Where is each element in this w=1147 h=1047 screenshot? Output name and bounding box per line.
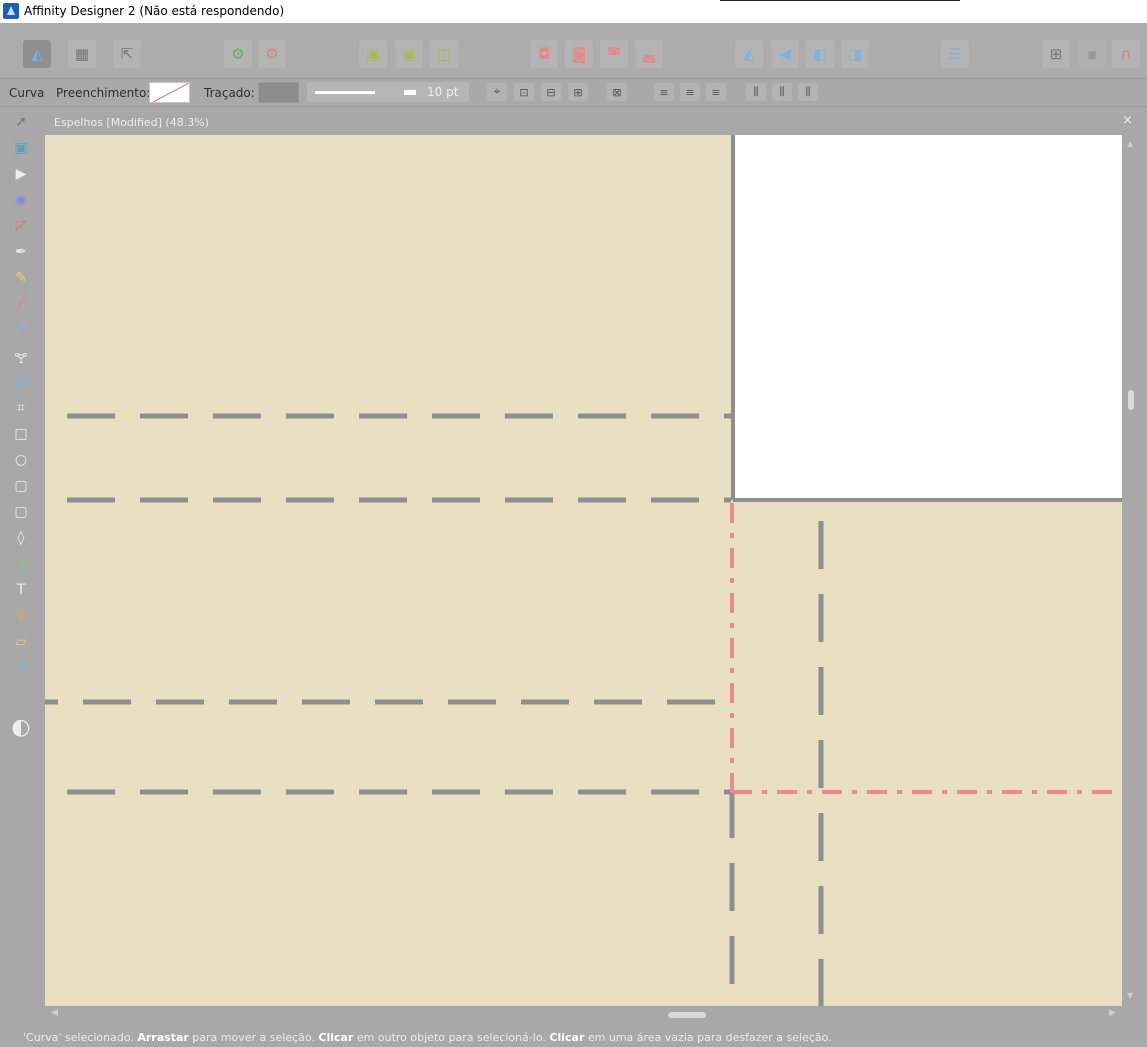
align-icon[interactable]: ☰ (941, 40, 969, 68)
window-title: Affinity Designer 2 (Não está respondend… (24, 4, 285, 18)
boolean-intersect-icon[interactable]: ◚ (600, 40, 628, 68)
scroll-left-icon[interactable]: ◀ (51, 1008, 58, 1018)
fill-label: Preenchimento: (56, 86, 151, 100)
main-toolbar: ◭ ▦ ⇱ ⚙ ⚙ ▣ ▣ ◫ ◘ ◙ ◚ ◛ ◭ ◀ ◧ ◨ ☰ ⊞ ▪ ∩ (0, 23, 1147, 79)
insert-front-icon[interactable]: ◫ (430, 40, 458, 68)
stroke-width-slider[interactable]: 10 pt (307, 82, 469, 102)
node-tool-icon[interactable]: ▶ (10, 163, 32, 185)
artboard-page[interactable] (733, 135, 1122, 500)
paint-brush-tool-icon[interactable]: ✐ (10, 319, 32, 341)
vector-crop-tool-icon[interactable]: ◔ (10, 553, 32, 575)
rectangle-tool-icon[interactable]: □ (10, 423, 32, 445)
artboard-tool-icon[interactable]: ▣ (10, 137, 32, 159)
boolean-add-icon[interactable]: ◘ (530, 40, 558, 68)
boolean-xor-icon[interactable]: ◛ (635, 40, 663, 68)
insert-inside-icon[interactable]: ▣ (359, 40, 387, 68)
corner-tool-icon[interactable]: ◸ (10, 215, 32, 237)
stroke-width-knob[interactable] (404, 90, 416, 95)
distribute-icon[interactable]: ⊟ (541, 83, 561, 101)
color-swatches-icon[interactable]: ◐ (10, 707, 32, 747)
rotate-left-icon[interactable]: ◧ (806, 40, 834, 68)
bounding-box-icon[interactable]: ⊠ (607, 83, 627, 101)
zoom-tool-icon[interactable]: ⚲ (10, 657, 32, 679)
vertical-scrollbar[interactable]: ▲ ▼ (1122, 135, 1147, 1006)
rotate-right-icon[interactable]: ◨ (841, 40, 869, 68)
move-tool-icon[interactable]: ➚ (10, 111, 32, 133)
snapping-gear-icon[interactable]: ⚙ (258, 40, 286, 68)
align-bottom-icon[interactable]: ⫼ (798, 83, 818, 101)
text-tool-icon[interactable]: T (10, 579, 32, 601)
measure-tool-icon[interactable]: ▱ (10, 631, 32, 653)
flip-horizontal-icon[interactable]: ◭ (735, 40, 763, 68)
design-canvas[interactable] (45, 135, 1122, 1006)
place-image-tool-icon[interactable]: ▨ (10, 371, 32, 393)
transparency-tool-icon[interactable]: ◊ (10, 527, 32, 549)
stroke-swatch[interactable] (258, 82, 299, 103)
status-bar: 'Curva' selecionado. Arrastar para mover… (0, 1023, 1147, 1047)
document-tab[interactable]: Espelhos [Modified] (48.3%) × (44, 107, 1147, 135)
vertical-scroll-thumb[interactable] (1128, 390, 1134, 410)
pixel-persona-icon[interactable]: ▦ (68, 40, 96, 68)
pen-tool-icon[interactable]: ✒ (10, 241, 32, 263)
boolean-subtract-icon[interactable]: ◙ (565, 40, 593, 68)
title-divider (720, 0, 960, 1)
designer-persona-icon[interactable]: ◭ (23, 40, 51, 68)
scroll-up-icon[interactable]: ▲ (1127, 139, 1133, 148)
ellipse-tool-icon[interactable]: ○ (10, 449, 32, 471)
flip-vertical-icon[interactable]: ◀ (771, 40, 799, 68)
tool-name-label: Curva (9, 86, 45, 100)
align-left-icon[interactable]: ≡ (654, 83, 674, 101)
crop-tool-icon[interactable]: ⌗ (10, 397, 32, 419)
snapping-options-icon[interactable]: ▪ (1078, 40, 1106, 68)
shape-tool-icon[interactable]: ▢ (10, 501, 32, 523)
affinity-designer-app-icon (3, 3, 19, 19)
scroll-right-icon[interactable]: ▶ (1109, 1008, 1116, 1018)
contour-tool-icon[interactable]: ◉ (10, 189, 32, 211)
vector-brush-tool-icon[interactable]: ╱ (10, 293, 32, 315)
close-document-icon[interactable]: × (1122, 113, 1133, 128)
horizontal-scroll-thumb[interactable] (668, 1012, 706, 1018)
document-title: Espelhos [Modified] (48.3%) (54, 116, 209, 129)
align-top-icon[interactable]: ⫼ (746, 83, 766, 101)
fill-tool-icon[interactable]: 🝖 (10, 345, 32, 367)
align-center-icon[interactable]: ≡ (680, 83, 700, 101)
arrange-icon[interactable]: ⊞ (1042, 40, 1070, 68)
title-bar: Affinity Designer 2 (Não está respondend… (0, 0, 1147, 23)
stroke-width-track (315, 91, 375, 94)
canvas-artwork (45, 135, 1122, 1006)
stroke-width-value: 10 pt (427, 85, 459, 99)
context-toolbar: Curva Preenchimento: Traçado: 10 pt ⌖ ⊡ … (0, 79, 1147, 107)
transform-origin-icon[interactable]: ⌖ (487, 83, 507, 101)
insert-behind-icon[interactable]: ▣ (395, 40, 423, 68)
horizontal-scrollbar[interactable]: ◀ ▶ (45, 1006, 1122, 1023)
settings-gear-icon[interactable]: ⚙ (224, 40, 252, 68)
export-persona-icon[interactable]: ⇱ (113, 40, 141, 68)
snapping-magnet-icon[interactable]: ∩ (1112, 40, 1140, 68)
rounded-rectangle-tool-icon[interactable]: ▢ (10, 475, 32, 497)
stroke-label: Traçado: (204, 86, 255, 100)
show-transform-icon[interactable]: ⊡ (514, 83, 534, 101)
pencil-tool-icon[interactable]: ✎ (10, 267, 32, 289)
align-right-icon[interactable]: ≡ (706, 83, 726, 101)
align-middle-icon[interactable]: ⫼ (772, 83, 792, 101)
tools-panel: ➚ ▣ ▶ ◉ ◸ ✒ ✎ ╱ ✐ 🝖 ▨ ⌗ □ ○ ▢ ▢ ◊ ◔ T ⚲ … (0, 107, 44, 1023)
status-message: 'Curva' selecionado. Arrastar para mover… (23, 1031, 832, 1044)
scroll-down-icon[interactable]: ▼ (1127, 991, 1133, 1000)
grid-align-icon[interactable]: ⊞ (568, 83, 588, 101)
color-picker-tool-icon[interactable]: ⚲ (10, 605, 32, 627)
fill-swatch[interactable] (149, 82, 190, 103)
